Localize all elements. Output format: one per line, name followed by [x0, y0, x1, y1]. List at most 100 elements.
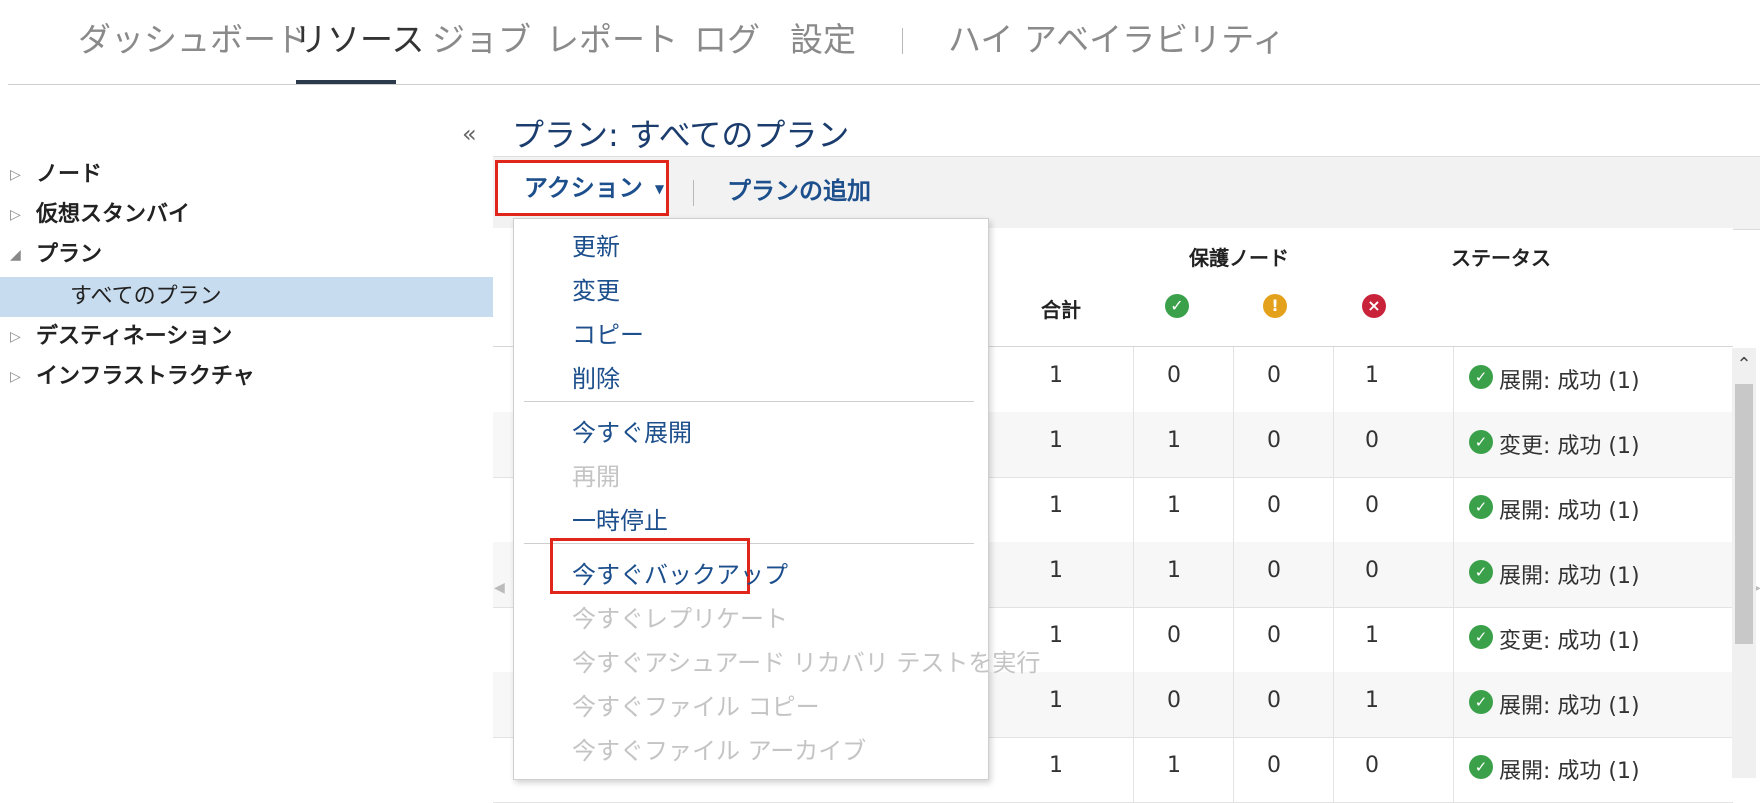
check-circle-icon: ✓ [1469, 365, 1493, 389]
cell-error-count: 0 [1365, 558, 1379, 583]
sidebar-item-virtual-standby[interactable]: ▷ 仮想スタンバイ [0, 195, 493, 235]
cell-total: 1 [1049, 428, 1063, 453]
cell-ok-count: 1 [1167, 428, 1181, 453]
cell-ok-count: 1 [1167, 493, 1181, 518]
cell-ok-count: 0 [1167, 688, 1181, 713]
sidebar-item-label: デスティネーション [36, 324, 233, 349]
sidebar-item-plans[interactable]: ◢ プラン [0, 235, 493, 275]
menu-item-pause[interactable]: 一時停止 [572, 501, 668, 536]
cell-warn-count: 0 [1267, 623, 1281, 648]
left-arrow-icon[interactable]: ◀ [494, 580, 505, 596]
cell-status: 展開: 成功 (1) [1499, 694, 1640, 719]
column-divider [1333, 477, 1334, 542]
column-divider [1453, 347, 1454, 412]
cell-status: 展開: 成功 (1) [1499, 759, 1640, 784]
cell-warn-count: 0 [1267, 493, 1281, 518]
cell-warn-count: 0 [1267, 688, 1281, 713]
column-divider [1133, 672, 1134, 737]
tab-separator [902, 28, 903, 54]
cell-warn-count: 0 [1267, 753, 1281, 778]
cell-status: 展開: 成功 (1) [1499, 369, 1640, 394]
sidebar-item-label: インフラストラクチャ [36, 364, 255, 389]
tab-reports[interactable]: レポート [546, 18, 678, 62]
column-divider [1453, 607, 1454, 672]
cell-total: 1 [1049, 558, 1063, 583]
column-divider [1333, 347, 1334, 412]
add-plan-link[interactable]: プランの追加 [727, 171, 871, 206]
column-divider [1333, 737, 1334, 802]
header-status[interactable]: ステータス [1451, 242, 1551, 271]
cell-error-count: 1 [1365, 363, 1379, 388]
menu-separator [524, 401, 974, 402]
column-divider [1233, 412, 1234, 477]
collapse-triangle-icon[interactable]: ◢ [10, 235, 21, 275]
nav-divider [8, 84, 1760, 85]
cell-error-count: 1 [1365, 688, 1379, 713]
check-circle-icon: ✓ [1469, 495, 1493, 519]
cell-status: 展開: 成功 (1) [1499, 499, 1640, 524]
tab-settings[interactable]: 設定 [790, 18, 856, 62]
cell-error-count: 0 [1365, 753, 1379, 778]
column-divider [1453, 477, 1454, 542]
tab-logs[interactable]: ログ [694, 18, 760, 62]
column-divider [1453, 672, 1454, 737]
column-divider [1233, 542, 1234, 607]
column-divider [1233, 607, 1234, 672]
cell-status: 変更: 成功 (1) [1499, 434, 1640, 459]
menu-item-modify[interactable]: 変更 [572, 271, 620, 306]
menu-item-deploy-now[interactable]: 今すぐ展開 [572, 413, 692, 448]
column-divider [1133, 347, 1134, 412]
scroll-up-icon[interactable]: ⌃ [1732, 348, 1756, 382]
check-circle-icon: ✓ [1469, 755, 1493, 779]
menu-item-file-copy-now: 今すぐファイル コピー [572, 693, 820, 721]
header-protected-nodes: 保護ノード [1189, 246, 1289, 270]
menu-item-assured-recovery-test: 今すぐアシュアード リカバリ テストを実行 [572, 649, 1041, 677]
tab-resources[interactable]: リソース [294, 18, 424, 62]
top-navigation: ダッシュボード リソース ジョブ レポート ログ 設定 ハイ アベイラビリティ [0, 0, 1760, 85]
column-divider [1133, 542, 1134, 607]
menu-item-copy[interactable]: コピー [572, 315, 644, 350]
tab-high-availability[interactable]: ハイ アベイラビリティ [948, 18, 1285, 62]
sidebar-item-destinations[interactable]: ▷ デスティネーション [0, 317, 493, 357]
sidebar-item-label: プラン [36, 242, 103, 267]
menu-item-backup-now[interactable]: 今すぐバックアップ [572, 555, 788, 590]
check-circle-icon: ✓ [1469, 560, 1493, 584]
column-divider [1333, 542, 1334, 607]
cell-ok-count: 1 [1167, 558, 1181, 583]
column-divider [1133, 412, 1134, 477]
cell-error-count: 1 [1365, 623, 1379, 648]
column-divider [1133, 607, 1134, 672]
cell-ok-count: 0 [1167, 363, 1181, 388]
header-total[interactable]: 合計 [1041, 294, 1081, 323]
tab-dashboard[interactable]: ダッシュボード [78, 18, 309, 62]
expand-triangle-icon[interactable]: ▷ [10, 317, 21, 357]
cell-error-count: 0 [1365, 493, 1379, 518]
sidebar-item-infrastructure[interactable]: ▷ インフラストラクチャ [0, 357, 493, 397]
menu-item-delete[interactable]: 削除 [572, 359, 620, 394]
cell-warn-count: 0 [1267, 363, 1281, 388]
cell-ok-count: 0 [1167, 623, 1181, 648]
menu-item-resume: 再開 [572, 463, 620, 491]
actions-dropdown-menu: 更新 変更 コピー 削除 今すぐ展開 再開 一時停止 今すぐバックアップ 今すぐ… [513, 218, 1040, 780]
expand-triangle-icon[interactable]: ▷ [10, 195, 21, 235]
column-divider [1333, 672, 1334, 737]
sidebar-tree: ▷ ノード ▷ 仮想スタンバイ ◢ プラン すべてのプラン ▷ デスティネーショ… [0, 155, 493, 778]
vertical-scrollbar[interactable]: ⌃ [1732, 348, 1756, 778]
check-circle-icon: ✓ [1165, 294, 1189, 318]
tab-jobs[interactable]: ジョブ [432, 18, 531, 62]
sidebar-item-nodes[interactable]: ▷ ノード [0, 155, 493, 195]
expand-triangle-icon[interactable]: ▷ [10, 155, 21, 195]
column-divider [1453, 542, 1454, 607]
sidebar-item-all-plans[interactable]: すべてのプラン [0, 277, 493, 317]
cell-error-count: 0 [1365, 428, 1379, 453]
scroll-thumb[interactable] [1735, 384, 1753, 644]
menu-item-refresh[interactable]: 更新 [572, 227, 620, 262]
column-divider [1453, 737, 1454, 802]
collapse-sidebar-icon[interactable]: « [462, 120, 477, 148]
expand-triangle-icon[interactable]: ▷ [10, 357, 21, 397]
error-circle-icon: × [1362, 294, 1386, 318]
actions-dropdown-button[interactable]: アクション ▼ [495, 160, 669, 216]
cell-total: 1 [1049, 753, 1063, 778]
sidebar-item-label: すべてのプラン [70, 284, 222, 309]
cell-warn-count: 0 [1267, 558, 1281, 583]
